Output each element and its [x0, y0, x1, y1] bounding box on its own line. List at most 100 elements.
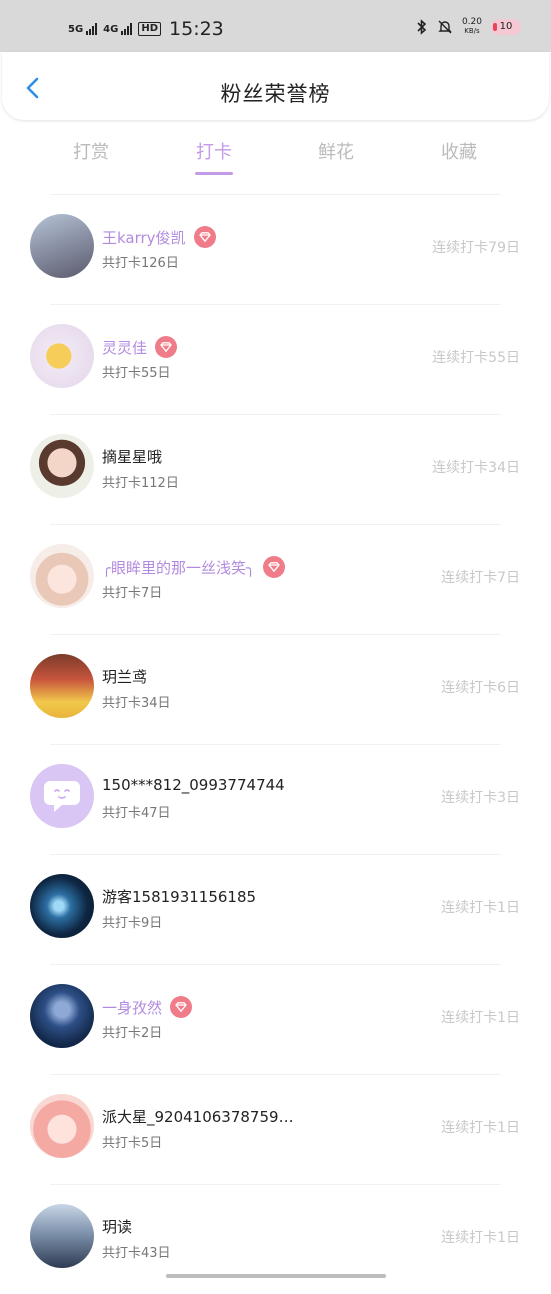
- list-item[interactable]: 一身孜然 共打卡2日 连续打卡1日: [0, 964, 551, 1074]
- status-bar: 5G 4G HD 15:23 0.20 KB/s 10: [0, 0, 551, 52]
- avatar[interactable]: [30, 764, 94, 828]
- bluetooth-icon: [417, 19, 427, 35]
- divider: [50, 854, 501, 855]
- streak-checkin: 连续打卡7日: [441, 570, 520, 586]
- status-left: 5G 4G HD 15:23: [68, 18, 224, 40]
- total-checkin: 共打卡2日: [102, 1026, 163, 1041]
- streak-checkin: 连续打卡6日: [441, 680, 520, 696]
- chat-bubble-icon: [44, 781, 80, 812]
- avatar[interactable]: [30, 544, 94, 608]
- speed-unit: KB/s: [464, 27, 480, 35]
- diamond-badge-icon: [193, 226, 216, 248]
- list-item[interactable]: 派大星_9204106378759… 共打卡5日 连续打卡1日: [0, 1074, 551, 1184]
- divider: [50, 1074, 501, 1075]
- list-item[interactable]: 150***812_0993774744 共打卡47日 连续打卡3日: [0, 744, 551, 854]
- battery-icon: 10: [491, 19, 521, 35]
- fan-name: 灵灵佳: [102, 338, 148, 357]
- hd-voice-icon: HD: [138, 22, 162, 36]
- tab-flowers[interactable]: 鲜花: [291, 138, 381, 164]
- total-checkin: 共打卡55日: [102, 366, 171, 381]
- fan-name: 王karry俊凯: [102, 228, 186, 247]
- tab-favorites[interactable]: 收藏: [414, 138, 504, 164]
- name-line: 派大星_9204106378759…: [102, 1106, 294, 1127]
- streak-checkin: 连续打卡1日: [441, 1230, 520, 1246]
- streak-checkin: 连续打卡1日: [441, 900, 520, 916]
- fan-name: ╭眼眸里的那一丝浅笑╮: [102, 558, 256, 577]
- streak-checkin: 连续打卡3日: [441, 790, 520, 806]
- page-title: 粉丝荣誉榜: [220, 82, 331, 106]
- list-item[interactable]: 灵灵佳 共打卡55日 连续打卡55日: [0, 304, 551, 414]
- list-item[interactable]: 游客1581931156185 共打卡9日 连续打卡1日: [0, 854, 551, 964]
- streak-checkin: 连续打卡1日: [441, 1120, 520, 1136]
- streak-checkin: 连续打卡34日: [432, 460, 520, 476]
- total-checkin: 共打卡9日: [102, 916, 163, 931]
- avatar[interactable]: [30, 434, 94, 498]
- network-speed: 0.20 KB/s: [462, 18, 482, 36]
- total-checkin: 共打卡34日: [102, 696, 171, 711]
- divider: [50, 744, 501, 745]
- total-checkin: 共打卡112日: [102, 476, 179, 491]
- net-4g-label: 4G: [103, 24, 119, 35]
- signal-5g: 5G: [68, 23, 98, 35]
- fan-name: 玥兰鸢: [102, 668, 148, 686]
- avatar[interactable]: [30, 1094, 94, 1158]
- fan-name: 150***812_0993774744: [102, 776, 285, 794]
- name-line: ╭眼眸里的那一丝浅笑╮: [102, 556, 286, 578]
- total-checkin: 共打卡7日: [102, 586, 163, 601]
- active-tab-indicator: [195, 172, 233, 175]
- tab-bar: 打赏 打卡 鲜花 收藏: [0, 138, 551, 178]
- divider: [50, 194, 501, 195]
- avatar[interactable]: [30, 1204, 94, 1268]
- diamond-badge-icon: [155, 336, 178, 358]
- name-line: 玥兰鸢: [102, 666, 147, 687]
- home-indicator[interactable]: [166, 1274, 386, 1278]
- avatar[interactable]: [30, 654, 94, 718]
- net-5g-label: 5G: [68, 24, 84, 35]
- list-item[interactable]: 王karry俊凯 共打卡126日 连续打卡79日: [0, 194, 551, 304]
- name-line: 150***812_0993774744: [102, 776, 285, 794]
- speed-value: 0.20: [461, 17, 482, 27]
- streak-checkin: 连续打卡79日: [432, 240, 520, 256]
- divider: [50, 964, 501, 965]
- name-line: 灵灵佳: [102, 336, 178, 358]
- signal-bars-icon: [121, 23, 133, 35]
- avatar[interactable]: [30, 874, 94, 938]
- fan-name: 游客1581931156185: [102, 888, 257, 906]
- diamond-badge-icon: [263, 556, 286, 578]
- avatar[interactable]: [30, 214, 94, 278]
- fan-name: 一身孜然: [102, 998, 163, 1017]
- name-line: 一身孜然: [102, 996, 193, 1018]
- name-line: 摘星星哦: [102, 446, 162, 467]
- total-checkin: 共打卡5日: [102, 1136, 163, 1151]
- fan-name: 摘星星哦: [102, 448, 163, 466]
- divider: [50, 304, 501, 305]
- signal-bars-icon: [86, 23, 98, 35]
- header: 粉丝荣誉榜: [2, 52, 549, 120]
- avatar[interactable]: [30, 324, 94, 388]
- list-item[interactable]: 玥兰鸢 共打卡34日 连续打卡6日: [0, 634, 551, 744]
- mute-bell-icon: [438, 20, 452, 34]
- divider: [50, 634, 501, 635]
- streak-checkin: 连续打卡1日: [441, 1010, 520, 1026]
- name-line: 玥读: [102, 1216, 132, 1237]
- streak-checkin: 连续打卡55日: [432, 350, 520, 366]
- status-right: 0.20 KB/s 10: [416, 18, 521, 36]
- name-line: 游客1581931156185: [102, 886, 256, 907]
- avatar[interactable]: [30, 984, 94, 1048]
- fan-name: 玥读: [102, 1218, 133, 1236]
- tab-checkin[interactable]: 打卡: [169, 138, 259, 164]
- name-line: 王karry俊凯: [102, 226, 216, 248]
- diamond-badge-icon: [170, 996, 193, 1018]
- tab-reward[interactable]: 打赏: [46, 138, 136, 164]
- divider: [50, 414, 501, 415]
- clock: 15:23: [169, 18, 224, 40]
- battery-level: 10: [499, 21, 513, 32]
- divider: [50, 524, 501, 525]
- total-checkin: 共打卡43日: [102, 1246, 171, 1261]
- total-checkin: 共打卡47日: [102, 806, 171, 821]
- divider: [50, 1184, 501, 1185]
- fan-name: 派大星_9204106378759…: [102, 1108, 294, 1126]
- list-item[interactable]: 摘星星哦 共打卡112日 连续打卡34日: [0, 414, 551, 524]
- total-checkin: 共打卡126日: [102, 256, 179, 271]
- list-item[interactable]: ╭眼眸里的那一丝浅笑╮ 共打卡7日 连续打卡7日: [0, 524, 551, 634]
